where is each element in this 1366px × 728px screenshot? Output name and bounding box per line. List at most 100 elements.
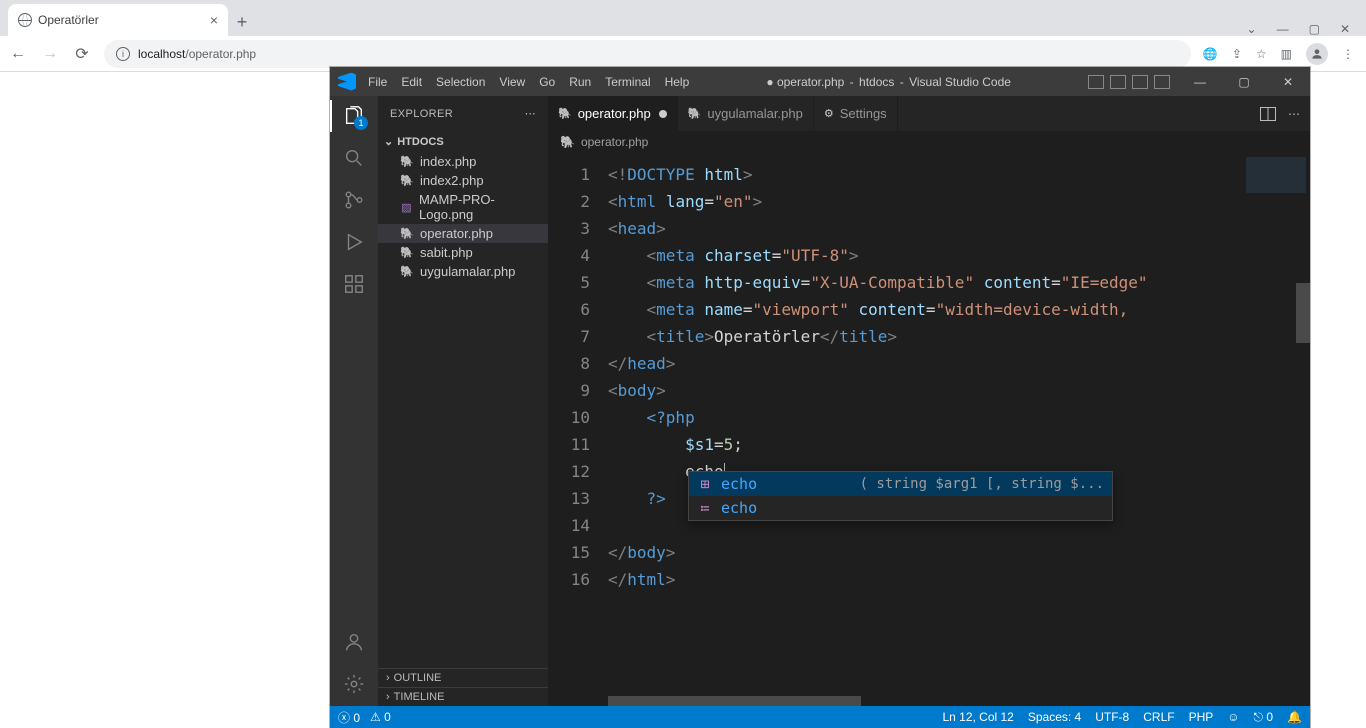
url-host: localhost <box>138 47 185 61</box>
kebab-menu-icon[interactable]: ⋮ <box>1342 47 1354 61</box>
maximize-icon[interactable]: ▢ <box>1309 22 1320 36</box>
file-item[interactable]: ▨ MAMP-PRO-Logo.png <box>378 190 548 224</box>
chevron-right-icon: › <box>386 672 390 684</box>
line-gutter: 12345678910111213141516 <box>548 153 608 706</box>
menu-terminal[interactable]: Terminal <box>605 75 650 89</box>
layout-icon[interactable] <box>1110 75 1126 89</box>
settings-activity-icon[interactable] <box>342 672 366 696</box>
minimap[interactable] <box>1240 153 1310 706</box>
file-name: index.php <box>420 154 476 169</box>
tab-title: Operatörler <box>38 13 99 27</box>
url-path: /operator.php <box>185 47 256 61</box>
php-icon: 🐘 <box>400 246 414 259</box>
chevron-down-icon[interactable]: ⌄ <box>1247 22 1257 36</box>
file-name: MAMP-PRO-Logo.png <box>419 192 540 222</box>
editor-layout-controls[interactable] <box>1088 75 1178 89</box>
menu-view[interactable]: View <box>499 75 525 89</box>
explorer-sidebar: EXPLORER ⋯ ⌄ HTDOCS 🐘 index.php 🐘index2.ph… <box>378 96 548 706</box>
tab-label: Settings <box>840 106 887 121</box>
breadcrumb[interactable]: 🐘 operator.php <box>548 131 1310 153</box>
file-name: uygulamalar.php <box>420 264 515 279</box>
profile-avatar[interactable] <box>1306 43 1328 65</box>
menu-edit[interactable]: Edit <box>401 75 422 89</box>
file-item[interactable]: 🐘operator.php <box>378 224 548 243</box>
minimize-icon[interactable]: — <box>1277 22 1289 36</box>
php-icon: 🐘 <box>560 135 575 149</box>
editor-tab[interactable]: 🐘uygulamalar.php <box>678 96 814 131</box>
accounts-activity-icon[interactable] <box>342 630 366 654</box>
cursor-position[interactable]: Ln 12, Col 12 <box>942 710 1013 724</box>
menu-run[interactable]: Run <box>569 75 591 89</box>
side-panel-icon[interactable]: ▥ <box>1281 47 1292 61</box>
translate-icon[interactable]: 🌐 <box>1203 47 1218 61</box>
language-status[interactable]: PHP <box>1189 710 1214 724</box>
code-editor[interactable]: <!DOCTYPE html><html lang="en"><head> <m… <box>608 153 1240 706</box>
run-debug-activity-icon[interactable] <box>342 230 366 254</box>
editor-group: 🐘operator.php🐘uygulamalar.php⚙Settings ⋯… <box>548 96 1310 706</box>
new-tab-button[interactable]: + <box>228 8 256 36</box>
reload-button[interactable]: ⟳ <box>72 44 92 64</box>
globe-icon <box>18 13 32 27</box>
file-item[interactable]: 🐘index2.php <box>378 171 548 190</box>
extensions-activity-icon[interactable] <box>342 272 366 296</box>
eol-status[interactable]: CRLF <box>1143 710 1174 724</box>
browser-tab[interactable]: Operatörler × <box>8 4 228 36</box>
address-bar[interactable]: i localhost/operator.php <box>104 40 1191 68</box>
workspace-root[interactable]: ⌄ HTDOCS <box>378 133 548 150</box>
vscode-menu: File Edit Selection View Go Run Terminal… <box>364 75 689 89</box>
img-icon: ▨ <box>400 201 413 214</box>
tab-label: uygulamalar.php <box>707 106 802 121</box>
encoding-status[interactable]: UTF-8 <box>1095 710 1129 724</box>
vscode-logo-icon <box>338 73 356 91</box>
more-icon[interactable]: ⋯ <box>1288 107 1300 121</box>
close-icon[interactable]: × <box>210 12 218 28</box>
layout-icon[interactable] <box>1154 75 1170 89</box>
layout-icon[interactable] <box>1088 75 1104 89</box>
editor-tabs: 🐘operator.php🐘uygulamalar.php⚙Settings ⋯ <box>548 96 1310 131</box>
php-icon: 🐘 <box>400 155 414 168</box>
menu-selection[interactable]: Selection <box>436 75 485 89</box>
close-button[interactable]: ✕ <box>1266 67 1310 96</box>
editor-tab[interactable]: 🐘operator.php <box>548 96 678 131</box>
search-activity-icon[interactable] <box>342 146 366 170</box>
file-item[interactable]: 🐘uygulamalar.php <box>378 262 548 281</box>
source-control-activity-icon[interactable] <box>342 188 366 212</box>
timeline-section[interactable]: › TIMELINE <box>378 687 548 706</box>
editor-tab[interactable]: ⚙Settings <box>814 96 898 131</box>
outline-section[interactable]: › OUTLINE <box>378 668 548 687</box>
php-icon: 🐘 <box>400 227 414 240</box>
autocomplete-signature: ( string $arg1 [, string $... <box>860 476 1104 492</box>
chevron-right-icon: › <box>386 691 390 703</box>
minimize-button[interactable]: — <box>1178 67 1222 96</box>
file-item[interactable]: 🐘sabit.php <box>378 243 548 262</box>
horizontal-scrollbar[interactable] <box>608 696 1240 706</box>
explorer-activity-icon[interactable]: 1 <box>342 104 366 128</box>
menu-help[interactable]: Help <box>665 75 690 89</box>
vscode-titlebar[interactable]: File Edit Selection View Go Run Terminal… <box>330 67 1310 96</box>
back-button[interactable]: ← <box>8 45 28 63</box>
autocomplete-item[interactable]: ≔echo <box>689 496 1112 520</box>
forward-button[interactable]: → <box>40 45 60 63</box>
close-icon[interactable]: ✕ <box>1340 22 1350 36</box>
layout-icon[interactable] <box>1132 75 1148 89</box>
notifications-icon[interactable]: 🔔 <box>1287 710 1302 724</box>
bookmark-icon[interactable]: ☆ <box>1256 47 1267 61</box>
autocomplete-item[interactable]: ⊞echo( string $arg1 [, string $... <box>689 472 1112 496</box>
indentation-status[interactable]: Spaces: 4 <box>1028 710 1081 724</box>
php-icon: 🐘 <box>558 107 572 120</box>
feedback-icon[interactable]: ☺ <box>1227 710 1239 724</box>
file-item[interactable]: 🐘 index.php <box>378 152 548 171</box>
explorer-title: EXPLORER <box>390 108 453 120</box>
menu-file[interactable]: File <box>368 75 387 89</box>
dirty-indicator-icon <box>659 110 667 118</box>
more-icon[interactable]: ⋯ <box>525 107 536 120</box>
warnings-status[interactable]: ⚠ 0 <box>370 710 391 724</box>
split-editor-icon[interactable] <box>1260 107 1276 121</box>
errors-status[interactable]: ⓧ 0 <box>338 709 360 726</box>
autocomplete-popup[interactable]: ⊞echo( string $arg1 [, string $...≔echo <box>688 471 1113 521</box>
share-icon[interactable]: ⇪ <box>1232 47 1242 61</box>
menu-go[interactable]: Go <box>539 75 555 89</box>
maximize-button[interactable]: ▢ <box>1222 67 1266 96</box>
port-status[interactable]: ⎋ 0 <box>1254 710 1274 725</box>
site-info-icon[interactable]: i <box>116 47 130 61</box>
